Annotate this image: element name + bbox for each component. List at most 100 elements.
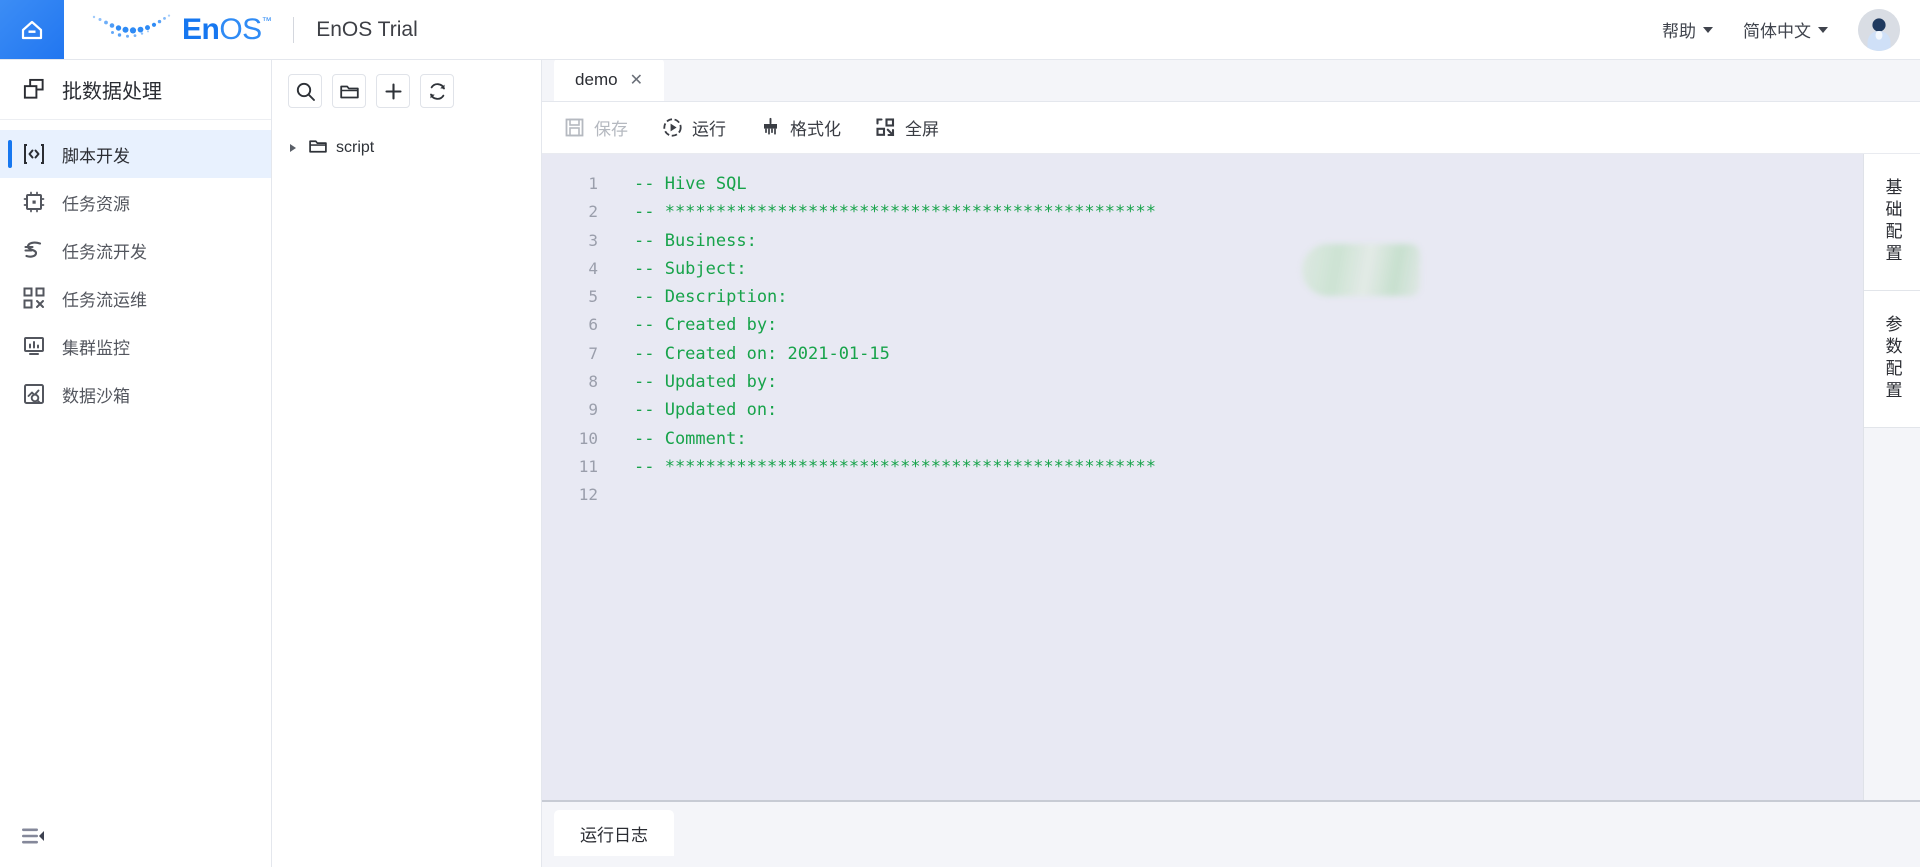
header-right-actions: 帮助 简体中文 [1662, 0, 1920, 59]
run-button[interactable]: 运行 [662, 115, 726, 140]
fullscreen-button[interactable]: 全屏 [875, 115, 939, 140]
save-button-label: 保存 [594, 120, 628, 139]
right-config-tabs: 基础配置 参数配置 [1863, 154, 1920, 800]
code-line: 3 -- Business: [542, 227, 1863, 255]
search-button[interactable] [288, 74, 322, 108]
sidebar-item-data-sandbox[interactable]: 数据沙箱 [0, 370, 271, 418]
log-panel-tabbar: 运行日志 [542, 800, 1920, 867]
sidebar-nav: 脚本开发 任务资源 任务流开发 任务流运维 集群监控 数据沙箱 [0, 120, 271, 418]
home-button[interactable] [0, 0, 64, 59]
sidebar-item-cluster-monitor[interactable]: 集群监控 [0, 322, 271, 370]
line-number: 9 [588, 400, 598, 420]
tab-run-log[interactable]: 运行日志 [554, 810, 674, 856]
format-icon [764, 117, 777, 135]
new-file-button[interactable] [376, 74, 410, 108]
folder-icon [308, 136, 328, 161]
line-text: -- Business: [634, 230, 757, 251]
line-number: 1 [588, 174, 598, 193]
code-line: 5 -- Description: [542, 283, 1863, 311]
fullscreen-icon [876, 118, 895, 137]
line-number: 6 [588, 315, 598, 335]
main-content: demo ✕ 保存 运行 格式化 全屏 1 -- Hive SQL 2 -- *… [542, 59, 1920, 867]
help-menu-label: 帮助 [1662, 22, 1696, 41]
line-text: -- Description: [634, 287, 788, 308]
format-button[interactable]: 格式化 [760, 115, 841, 140]
sidebar-item-label: 数据沙箱 [62, 386, 130, 406]
sidebar-section-title: 批数据处理 [62, 81, 162, 103]
cluster-monitor-icon [22, 334, 46, 358]
code-line: 4 -- Subject: [542, 255, 1863, 283]
editor-and-log: 1 -- Hive SQL 2 -- *********************… [542, 154, 1920, 867]
chevron-down-icon [1703, 26, 1713, 33]
close-icon[interactable]: ✕ [630, 70, 643, 90]
avatar[interactable] [1858, 8, 1900, 51]
code-area[interactable]: 1 -- Hive SQL 2 -- *********************… [542, 154, 1863, 800]
sidebar-footer [0, 805, 271, 867]
file-tree-toolbar [272, 60, 541, 122]
sidebar-item-label: 脚本开发 [62, 146, 130, 166]
search-icon [296, 82, 315, 101]
fullscreen-button-label: 全屏 [905, 120, 939, 139]
product-title: EnOS Trial [316, 17, 418, 41]
line-number: 2 [588, 202, 598, 222]
workflow-ops-icon [22, 286, 46, 310]
line-text: -- Updated by: [634, 372, 778, 393]
editor-tab-label: demo [575, 70, 618, 89]
sidebar-item-label: 任务流运维 [62, 290, 147, 310]
sidebar-item-task-resource[interactable]: 任务资源 [0, 178, 271, 226]
tab-parameter-config[interactable]: 参数配置 [1864, 291, 1920, 428]
line-number: 12 [578, 485, 598, 505]
refresh-button[interactable] [420, 74, 454, 108]
sidebar: 批数据处理 脚本开发 任务资源 任务流开发 任务流运维 集群监控 数据沙箱 [0, 60, 272, 867]
chevron-right-icon[interactable] [286, 144, 300, 152]
code-editor[interactable]: 1 -- Hive SQL 2 -- *********************… [542, 154, 1863, 800]
save-button[interactable]: 保存 [564, 115, 628, 140]
sidebar-item-workflow-ops[interactable]: 任务流运维 [0, 274, 271, 322]
line-number: 3 [588, 230, 598, 250]
line-text: -- *************************************… [634, 202, 1156, 223]
run-button-label: 运行 [692, 120, 726, 139]
sidebar-item-label: 集群监控 [62, 338, 130, 358]
enos-swoosh-icon [88, 10, 176, 49]
refresh-icon [429, 82, 445, 100]
sidebar-item-label: 任务流开发 [62, 242, 147, 262]
line-text: -- *************************************… [634, 456, 1156, 477]
app-header: En OS ™ EnOS Trial 帮助 简体中文 [0, 0, 1920, 60]
tree-node-script[interactable]: script [272, 130, 541, 166]
workflow-dev-icon [22, 238, 46, 262]
save-icon [565, 118, 584, 137]
editor-tab-demo[interactable]: demo ✕ [554, 59, 664, 101]
logo-os-text: OS [219, 12, 262, 46]
sidebar-item-label: 任务资源 [62, 194, 130, 214]
task-resource-icon [22, 190, 46, 214]
line-text: -- Comment: [634, 428, 747, 449]
tab-basic-config[interactable]: 基础配置 [1864, 154, 1920, 291]
enos-wordmark: En OS ™ [182, 12, 272, 46]
line-number: 4 [588, 258, 598, 278]
line-text: -- Updated on: [634, 400, 778, 421]
sidebar-item-script-dev[interactable]: 脚本开发 [0, 130, 271, 178]
line-text: -- Created by: [634, 315, 778, 336]
tree-node-label: script [336, 139, 375, 156]
code-line: 6 -- Created by: [542, 311, 1863, 339]
sidebar-item-workflow-dev[interactable]: 任务流开发 [0, 226, 271, 274]
script-dev-icon [22, 142, 46, 166]
collapse-sidebar-icon[interactable] [20, 825, 46, 847]
code-line: 9 -- Updated on: [542, 396, 1863, 424]
editor-row: 1 -- Hive SQL 2 -- *********************… [542, 154, 1920, 800]
chevron-down-icon [1818, 26, 1828, 33]
tab-run-log-label: 运行日志 [580, 825, 648, 845]
plus-icon [384, 82, 402, 100]
new-folder-button[interactable] [332, 74, 366, 108]
application-root: En OS ™ EnOS Trial 帮助 简体中文 批数据处理 脚本开发 任务… [0, 0, 1920, 867]
home-icon [18, 16, 46, 44]
sidebar-section-header: 批数据处理 [0, 60, 271, 120]
avatar-icon [1858, 8, 1900, 51]
code-line: 12 [542, 481, 1863, 509]
run-icon [663, 118, 682, 137]
code-line: 10 -- Comment: [542, 425, 1863, 453]
file-tree-body: script [272, 122, 541, 166]
line-number: 5 [588, 287, 598, 307]
help-menu[interactable]: 帮助 [1662, 17, 1713, 42]
language-menu[interactable]: 简体中文 [1743, 17, 1828, 42]
